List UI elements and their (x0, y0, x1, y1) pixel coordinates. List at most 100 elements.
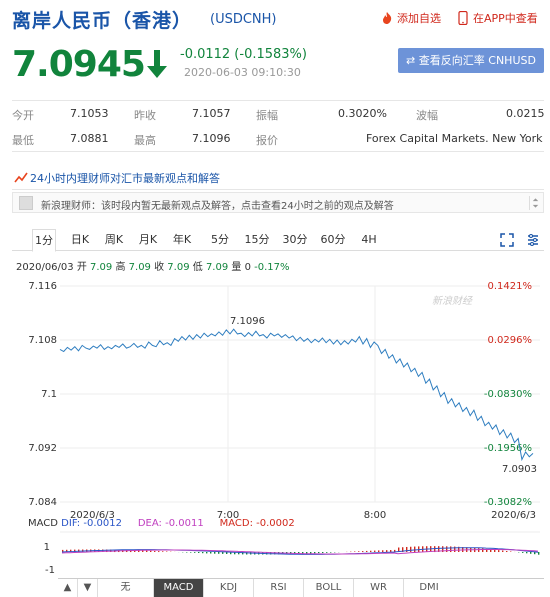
macd-value: MACD: -0.0002 (219, 518, 295, 529)
price-row: 7.0945 -0.0112 (-0.1583%) 2020-06-03 09:… (0, 40, 550, 90)
tab-monthly[interactable]: 月K (134, 229, 162, 251)
macd-bar (326, 552, 328, 553)
macd-bar (498, 550, 500, 553)
macd-bar (382, 550, 384, 552)
tab-30min[interactable]: 30分 (280, 229, 310, 251)
macd-bar (146, 550, 148, 553)
indicator-none[interactable]: 无 (98, 579, 154, 597)
tab-yearly[interactable]: 年K (168, 229, 196, 251)
macd-bar (166, 551, 168, 553)
percent-tick-label: 0.1421% (488, 281, 533, 292)
tab-60min[interactable]: 60分 (318, 229, 348, 251)
indicator-dmi[interactable]: DMI (404, 579, 454, 597)
tab-15min[interactable]: 15分 (242, 229, 272, 251)
app-view-button[interactable]: 在APP中查看 (456, 10, 538, 26)
tab-5min[interactable]: 5分 (206, 229, 234, 251)
down-arrow-icon (147, 50, 167, 78)
flame-icon (383, 12, 392, 24)
add-watchlist-button[interactable]: 添加自选 (380, 10, 441, 26)
macd-bar (214, 552, 216, 554)
indicator-rsi[interactable]: RSI (254, 579, 304, 597)
macd-bar (202, 552, 204, 554)
macd-bar (370, 550, 372, 553)
macd-bar (322, 552, 324, 553)
page-title: 离岸人民币（香港） (12, 10, 193, 32)
scroll-up-icon[interactable]: ▲ (58, 579, 78, 597)
amplitude-value: 0.3020% (338, 107, 387, 120)
macd-bar (206, 552, 208, 554)
tab-daily[interactable]: 日K (66, 229, 94, 251)
macd-bar (538, 552, 540, 555)
indicator-macd[interactable]: MACD (154, 579, 204, 597)
percent-tick-label: -0.0830% (484, 389, 532, 400)
prev-close-label: 昨收 (134, 109, 156, 122)
source-label: 报价 (256, 134, 278, 147)
open-value: 7.1053 (70, 107, 109, 120)
macd-bar (210, 552, 212, 554)
advisor-news-title: 24小时内理财师对汇市最新观点和解答 (30, 172, 220, 185)
indicator-kdj[interactable]: KDJ (204, 579, 254, 597)
fullscreen-icon[interactable] (500, 233, 514, 247)
macd-bar (158, 551, 160, 553)
macd-bar (198, 552, 200, 553)
y-tick-label: 7.1 (41, 389, 57, 400)
advisor-news-header: 24小时内理财师对汇市最新观点和解答 (12, 168, 544, 190)
advisor-news-item[interactable]: 新浪理财师：该时段内暂无最新观点及解答，点击查看24小时之前的观点及解答 (12, 192, 544, 213)
macd-bar (354, 551, 356, 552)
percent-tick-label: 0.0296% (488, 335, 533, 346)
macd-tick-top: 1 (44, 542, 50, 553)
open-label: 今开 (12, 109, 34, 122)
macd-label: MACD (28, 518, 58, 529)
macd-bar (358, 551, 360, 552)
y-axis: 7.116 7.108 7.1 7.092 7.084 (28, 281, 57, 508)
reverse-rate-button[interactable]: ⇄ 查看反向汇率 CNHUSD (398, 48, 544, 73)
scroll-arrows-icon[interactable] (529, 196, 541, 210)
header: 离岸人民币（香港） (USDCNH) 添加自选 在APP中查看 (0, 0, 550, 40)
macd-bar (510, 551, 512, 552)
low-value: 7.0881 (70, 132, 109, 145)
indicator-wr[interactable]: WR (354, 579, 404, 597)
price-chart[interactable]: 新浪财经 7.116 7.108 7.1 7.092 7.084 0.1421% 0.02… (0, 272, 550, 522)
watermark: 新浪财经 (432, 295, 473, 307)
macd-bar (506, 551, 508, 553)
add-watchlist-label: 添加自选 (397, 12, 441, 25)
macd-bar (194, 552, 196, 553)
settings-icon[interactable] (526, 233, 540, 247)
swap-icon: ⇄ (406, 54, 419, 67)
y-tick-label: 7.116 (28, 281, 57, 292)
scroll-down-icon[interactable]: ▼ (78, 579, 98, 597)
macd-bar (494, 549, 496, 552)
macd-bar (410, 546, 412, 552)
y-tick-label: 7.092 (28, 443, 57, 454)
macd-bar (530, 552, 532, 554)
y-tick-label: 7.084 (28, 497, 57, 508)
macd-bar (186, 552, 188, 553)
macd-bar (162, 551, 164, 553)
macd-tick-bottom: -1 (45, 565, 55, 576)
macd-bar (330, 552, 332, 553)
source-value: Forex Capital Markets. New York (366, 132, 543, 145)
timeframe-tabs: 1分 日K 周K 月K 年K 5分 15分 30分 60分 4H (12, 229, 544, 252)
macd-bar (318, 552, 320, 554)
indicator-boll[interactable]: BOLL (304, 579, 354, 597)
x-tick-label: 2020/6/3 (491, 510, 536, 521)
high-value: 7.1096 (192, 132, 231, 145)
macd-bar (450, 546, 452, 553)
chart-tools (500, 233, 540, 247)
x-tick-label: 8:00 (364, 510, 386, 521)
percent-tick-label: -0.3082% (484, 497, 532, 508)
phone-icon (458, 11, 468, 25)
macd-bar (526, 552, 528, 554)
wave-value: 0.0215 (506, 107, 545, 120)
macd-bar (522, 552, 524, 553)
macd-dea: DEA: -0.0011 (137, 518, 204, 529)
high-annotation: 7.1096 (230, 316, 265, 327)
macd-bar (414, 546, 416, 552)
tab-weekly[interactable]: 周K (100, 229, 128, 251)
tab-4h[interactable]: 4H (356, 229, 382, 251)
tab-1min[interactable]: 1分 (32, 229, 56, 252)
macd-legend: MACD DIF: -0.0012 DEA: -0.0011 MACD: -0.… (28, 518, 295, 529)
stats-table: 今开 7.1053 昨收 7.1057 振幅 0.3020% 波幅 0.0215… (12, 100, 545, 152)
macd-bar (386, 550, 388, 553)
macd-chart[interactable]: 1 -1 (0, 530, 550, 576)
